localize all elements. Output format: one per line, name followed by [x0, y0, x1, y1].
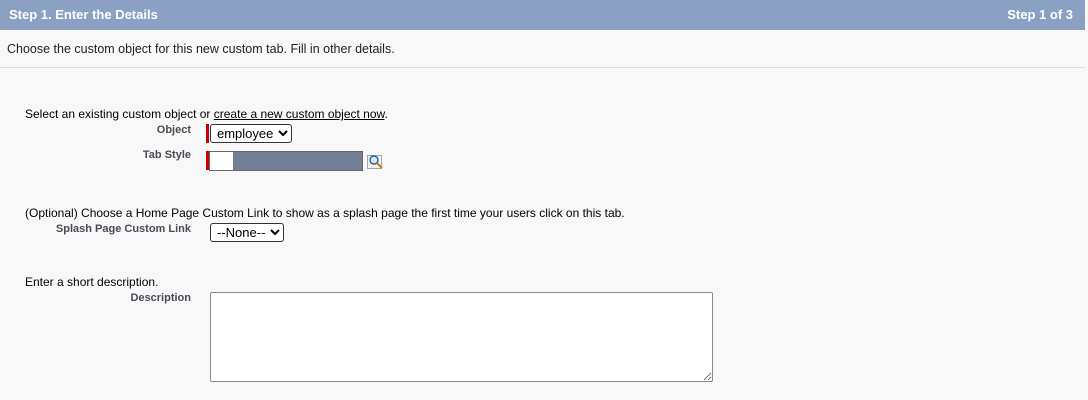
object-intro-prefix: Select an existing custom object or [25, 107, 214, 121]
wizard-header: Step 1. Enter the Details Step 1 of 3 [0, 0, 1085, 30]
tab-style-icon-swatch [210, 152, 233, 170]
splash-label: Splash Page Custom Link [55, 223, 191, 235]
tab-style-field[interactable] [209, 151, 363, 171]
object-label: Object [156, 124, 191, 136]
description-label: Description [130, 292, 191, 304]
description-textarea[interactable] [210, 292, 713, 382]
lookup-icon[interactable] [367, 153, 384, 170]
object-select[interactable]: employee [210, 124, 292, 143]
description-intro: Enter a short description. [25, 275, 159, 289]
required-indicator [206, 124, 209, 143]
tab-style-label: Tab Style [142, 149, 191, 161]
step-title: Step 1. Enter the Details [9, 7, 158, 22]
instructions-text: Choose the custom object for this new cu… [7, 42, 395, 56]
step-counter: Step 1 of 3 [1007, 7, 1073, 22]
splash-intro: (Optional) Choose a Home Page Custom Lin… [25, 206, 625, 220]
splash-link-select[interactable]: --None-- [210, 223, 284, 242]
object-intro: Select an existing custom object or crea… [25, 107, 388, 121]
object-intro-suffix: . [384, 107, 388, 121]
tab-style-color-swatch [233, 152, 362, 170]
instructions-bar: Choose the custom object for this new cu… [0, 30, 1085, 68]
create-custom-object-link[interactable]: create a new custom object now [214, 107, 385, 121]
